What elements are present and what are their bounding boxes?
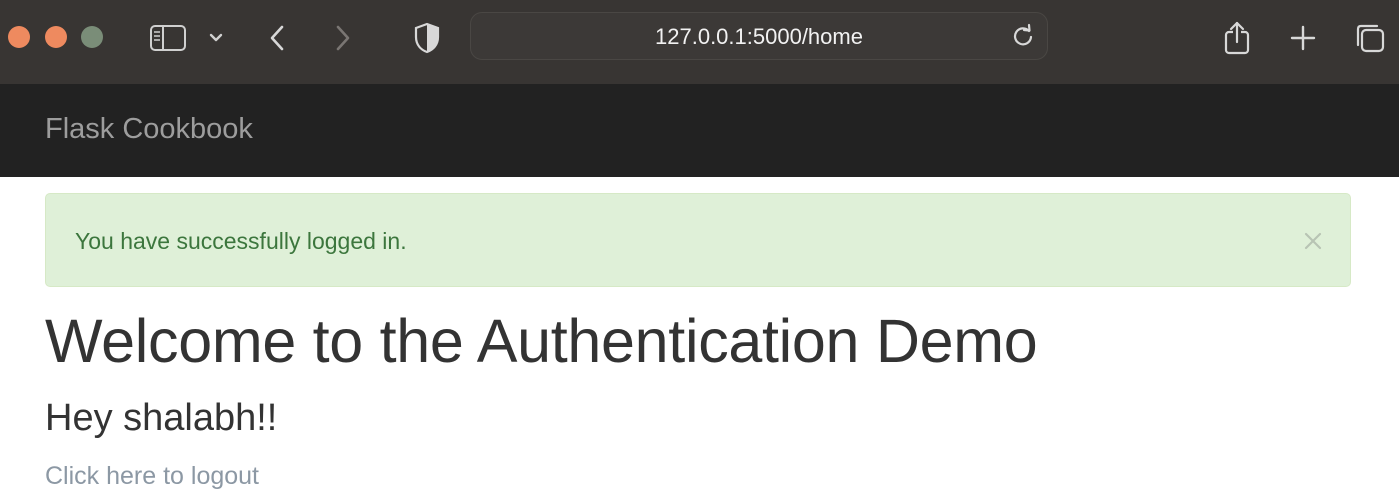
user-greeting: Hey shalabh!! [45,397,278,439]
success-alert: You have successfully logged in. [45,193,1351,287]
zoom-window-button[interactable] [81,26,103,48]
share-icon[interactable] [1217,18,1257,58]
alert-message: You have successfully logged in. [75,228,407,254]
reload-icon[interactable] [1009,23,1037,51]
tab-overview-icon[interactable] [1350,18,1390,58]
back-arrow-icon[interactable] [258,18,298,58]
logout-link[interactable]: Click here to logout [45,460,259,492]
forward-arrow-icon[interactable] [322,18,362,58]
app-navbar: Flask Cookbook [0,84,1399,177]
browser-toolbar: 127.0.0.1:5000/home [0,0,1399,84]
url-text: 127.0.0.1:5000/home [655,24,863,49]
sidebar-icon[interactable] [148,18,188,58]
page-title: Welcome to the Authentication Demo [45,307,1038,375]
close-icon[interactable] [1302,230,1324,252]
chevron-down-icon[interactable] [196,18,236,58]
address-bar[interactable]: 127.0.0.1:5000/home [470,12,1048,60]
close-window-button[interactable] [8,26,30,48]
navbar-brand[interactable]: Flask Cookbook [45,84,253,175]
new-tab-icon[interactable] [1283,18,1323,58]
shield-icon[interactable] [407,18,447,58]
minimize-window-button[interactable] [45,26,67,48]
